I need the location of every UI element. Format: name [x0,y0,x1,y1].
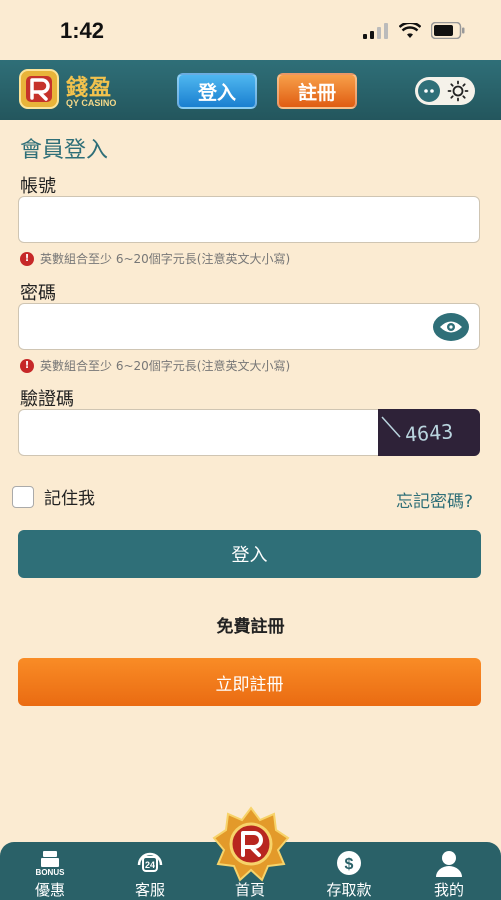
home-badge-icon[interactable] [212,806,290,884]
app-header: 錢盈 QY CASINO 登入 註冊 [0,60,501,120]
gift-icon: BONUS [35,848,65,877]
error-icon: ! [20,358,34,373]
svg-text:24: 24 [145,860,155,870]
remember-me[interactable]: 記住我 [12,484,95,509]
nav-item-promotions[interactable]: BONUS 優惠 [10,842,90,900]
svg-text:BONUS: BONUS [36,868,65,877]
dollar-icon: $ [334,848,364,877]
svg-text:$: $ [345,856,354,873]
password-label: 密碼 [20,283,56,304]
error-icon: ! [20,251,34,266]
logo-emblem-icon [19,69,59,109]
battery-icon [431,22,465,39]
account-label: 帳號 [20,176,56,197]
login-button[interactable]: 登入 [18,530,481,578]
password-hint: ! 英數組合至少 6~20個字元長(注意英文大小寫) [20,357,290,374]
show-password-eye-icon[interactable] [433,313,469,341]
captcha-field[interactable]: 4643 [18,409,480,456]
nav-item-deposit-withdraw[interactable]: $ 存取款 [309,842,389,900]
wifi-icon [399,22,421,38]
page-title: 會員登入 [20,138,109,163]
nav-item-profile[interactable]: 我的 [409,842,489,900]
captcha-image[interactable]: 4643 [378,409,480,456]
account-field[interactable] [18,196,480,243]
captcha-label: 驗證碼 [20,389,74,410]
logo-subtitle: QY CASINO [66,98,117,108]
status-icons [363,22,465,39]
account-hint-text: 英數組合至少 6~20個字元長(注意英文大小寫) [40,252,291,266]
theme-toggle[interactable] [415,77,475,105]
nav-label-support: 客服 [134,881,165,899]
captcha-code: 4643 [404,418,454,447]
status-time: 1:42 [60,18,105,43]
logo[interactable]: 錢盈 QY CASINO [18,68,118,112]
status-bar: 1:42 [0,0,501,60]
forgot-password-link[interactable]: 忘記密碼? [396,487,473,512]
headset-icon: 24 [135,848,165,877]
password-field[interactable] [18,303,480,350]
remember-label: 記住我 [44,489,95,509]
register-now-button[interactable]: 立即註冊 [18,658,481,706]
moon-face-icon [424,89,434,93]
toggle-knob [418,80,440,102]
nav-label-profile: 我的 [433,881,464,899]
signal-icon [363,22,388,39]
password-hint-text: 英數組合至少 6~20個字元長(注意英文大小寫) [40,359,291,373]
nav-label-promotions: 優惠 [34,881,65,899]
header-login-button[interactable]: 登入 [177,73,257,109]
sun-icon [447,80,469,102]
account-hint: ! 英數組合至少 6~20個字元長(注意英文大小寫) [20,250,290,267]
nav-label-deposit-withdraw: 存取款 [326,881,372,899]
nav-item-support[interactable]: 24 客服 [110,842,190,900]
user-icon [434,848,464,877]
remember-checkbox[interactable] [12,485,34,508]
free-register-text: 免費註冊 [216,617,285,637]
header-register-button[interactable]: 註冊 [277,73,357,109]
